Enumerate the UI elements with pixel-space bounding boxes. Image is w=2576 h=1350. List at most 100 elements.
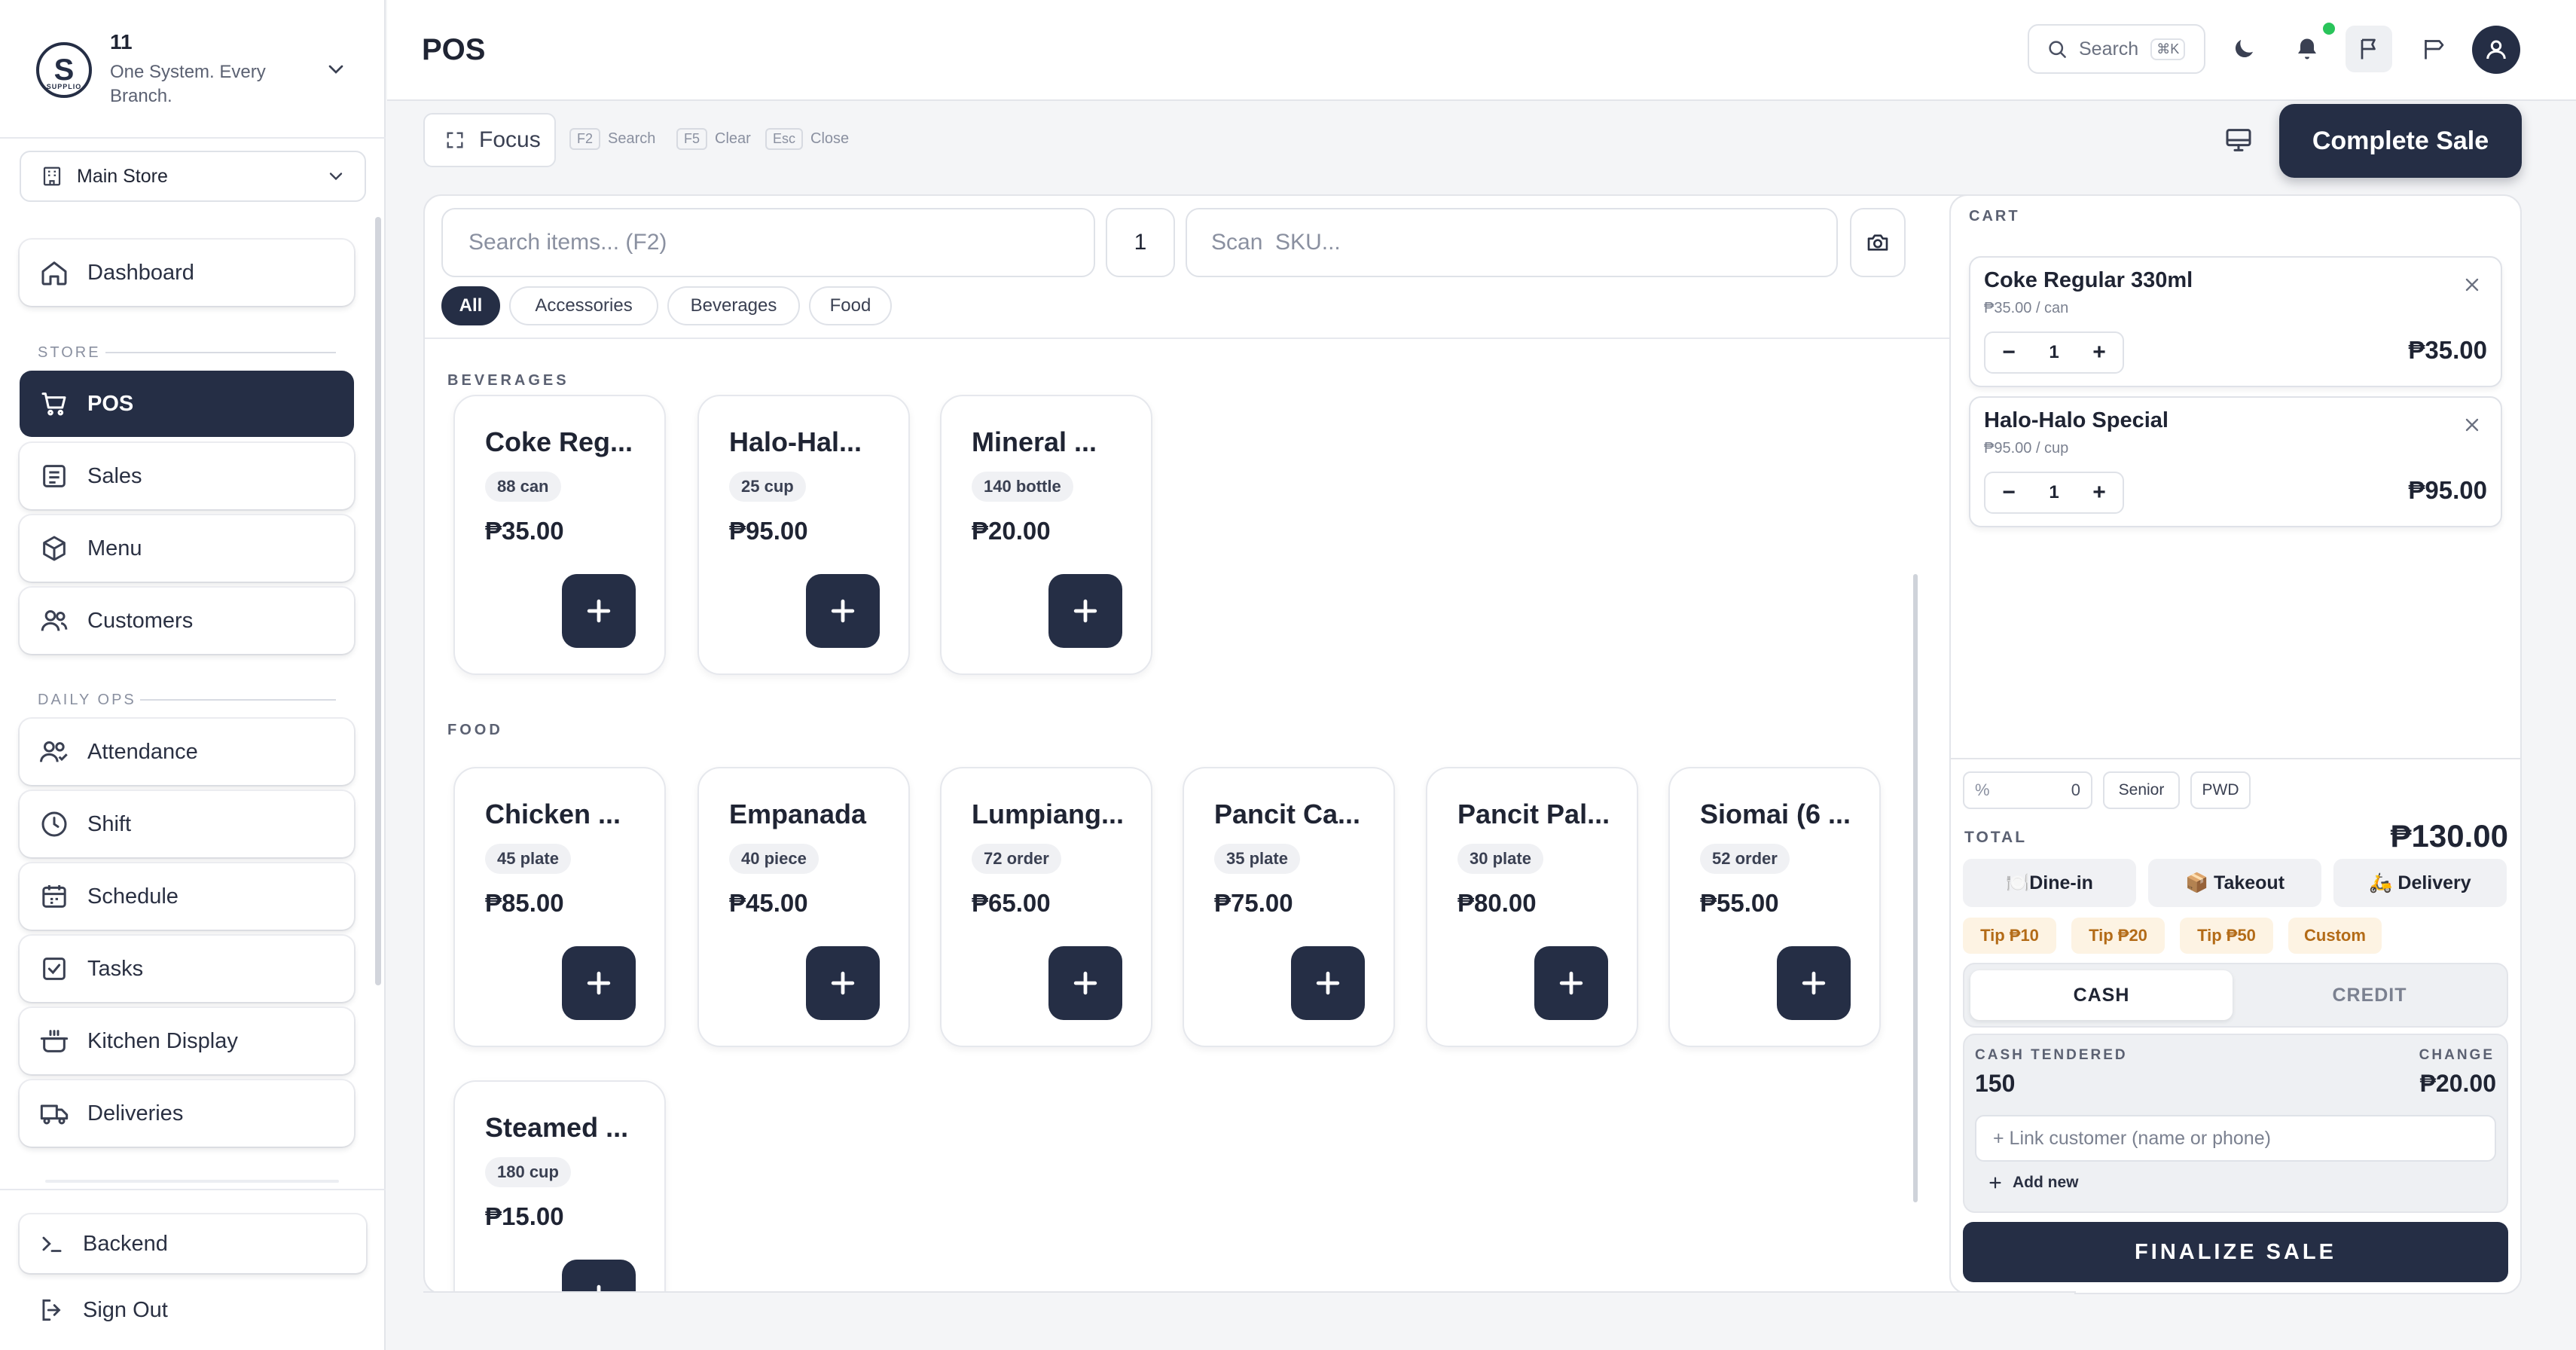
- product-card[interactable]: Pancit Pal... 30 plate ₱80.00: [1426, 767, 1638, 1047]
- add-to-cart-button[interactable]: [806, 574, 880, 648]
- store-select-value: Main Store: [77, 165, 168, 187]
- discount-input[interactable]: % 0: [1963, 771, 2092, 809]
- sidebar-item-label: Customers: [87, 608, 194, 633]
- logout-icon: [42, 1299, 61, 1321]
- sidebar-item-label: Schedule: [87, 884, 179, 909]
- pwd-discount-button[interactable]: PWD: [2190, 771, 2251, 809]
- quantity-input[interactable]: [1106, 208, 1175, 277]
- order-type-dine-in[interactable]: 🍽️Dine-in: [1963, 859, 2136, 907]
- product-price: ₱55.00: [1700, 889, 1779, 917]
- tip-custom-button[interactable]: Custom: [2288, 918, 2382, 954]
- add-to-cart-button[interactable]: [1048, 946, 1122, 1020]
- tip-20-button[interactable]: Tip ₱20: [2071, 918, 2165, 954]
- sidebar-item-attendance[interactable]: Attendance: [20, 719, 354, 785]
- sidebar-item-deliveries[interactable]: Deliveries: [20, 1080, 354, 1147]
- sidebar-item-sales[interactable]: Sales: [20, 443, 354, 509]
- cart-item-qty[interactable]: 1: [2049, 482, 2059, 503]
- items-scrollbar[interactable]: [1913, 574, 1918, 1202]
- product-name: Mineral ...: [972, 426, 1097, 457]
- sidebar-item-menu[interactable]: Menu: [20, 515, 354, 582]
- decrement-button[interactable]: −: [1998, 340, 2020, 365]
- sku-scan-input[interactable]: [1186, 208, 1838, 277]
- order-type-delivery[interactable]: 🛵 Delivery: [2333, 859, 2507, 907]
- filter-chip-accessories[interactable]: Accessories: [509, 286, 658, 325]
- product-card[interactable]: Empanada 40 piece ₱45.00: [697, 767, 910, 1047]
- chevron-down-icon[interactable]: [324, 57, 348, 81]
- product-price: ₱20.00: [972, 517, 1051, 545]
- finalize-sale-button[interactable]: FINALIZE SALE: [1963, 1222, 2508, 1282]
- complete-sale-button[interactable]: Complete Sale: [2279, 104, 2522, 178]
- cart-item-qty[interactable]: 1: [2049, 342, 2059, 363]
- theme-toggle-button[interactable]: [2220, 26, 2267, 72]
- store-select[interactable]: Main Store: [20, 151, 366, 202]
- payment-tab-cash[interactable]: CASH: [1970, 970, 2233, 1020]
- add-new-customer-button[interactable]: Add new: [1987, 1174, 2079, 1192]
- product-price: ₱35.00: [485, 517, 564, 545]
- camera-scan-button[interactable]: [1850, 208, 1906, 277]
- sidebar-scrollbar[interactable]: [375, 217, 381, 985]
- senior-discount-button[interactable]: Senior: [2103, 771, 2180, 809]
- sidebar-item-pos[interactable]: POS: [20, 371, 354, 437]
- product-name: Empanada: [729, 799, 867, 829]
- product-card[interactable]: Pancit Ca... 35 plate ₱75.00: [1183, 767, 1395, 1047]
- plus-icon: [587, 971, 611, 995]
- filter-chip-all[interactable]: All: [441, 286, 500, 325]
- home-icon: [41, 261, 67, 286]
- sidebar-item-customers[interactable]: Customers: [20, 588, 354, 654]
- sidebar-item-label: Shift: [87, 811, 132, 836]
- hint-key: Esc: [765, 128, 804, 150]
- product-card[interactable]: Siomai (6 ... 52 order ₱55.00: [1668, 767, 1881, 1047]
- notifications-button[interactable]: [2284, 26, 2330, 72]
- tip-50-button[interactable]: Tip ₱50: [2180, 918, 2273, 954]
- search-shortcut: ⌘K: [2150, 38, 2186, 60]
- add-to-cart-button[interactable]: [1291, 946, 1365, 1020]
- item-search-input[interactable]: [441, 208, 1095, 277]
- close-icon[interactable]: [2462, 274, 2483, 295]
- increment-button[interactable]: +: [2088, 480, 2111, 505]
- cart-item-unit-price: ₱95.00 / cup: [1984, 440, 2069, 457]
- close-icon[interactable]: [2462, 414, 2483, 435]
- sidebar-item-tasks[interactable]: Tasks: [20, 936, 354, 1002]
- decrement-button[interactable]: −: [1998, 480, 2020, 505]
- shortcut-hint-clear: F5 Clear: [676, 128, 751, 150]
- global-search-button[interactable]: Search ⌘K: [2028, 24, 2205, 74]
- add-to-cart-button[interactable]: [562, 574, 636, 648]
- shortcut-hint-close: Esc Close: [765, 128, 849, 150]
- cash-tendered-value[interactable]: 150: [1975, 1070, 2015, 1098]
- focus-button[interactable]: Focus: [423, 113, 556, 167]
- add-to-cart-button[interactable]: [1534, 946, 1608, 1020]
- tip-10-button[interactable]: Tip ₱10: [1963, 918, 2056, 954]
- increment-button[interactable]: +: [2088, 340, 2111, 365]
- add-to-cart-button[interactable]: [562, 946, 636, 1020]
- sidebar-item-shift[interactable]: Shift: [20, 791, 354, 857]
- backend-button[interactable]: Backend: [20, 1214, 366, 1273]
- cart-item-total: ₱35.00: [2408, 336, 2487, 364]
- sign-out-button[interactable]: Sign Out: [20, 1281, 366, 1339]
- filter-chip-beverages[interactable]: Beverages: [667, 286, 800, 325]
- add-to-cart-button[interactable]: [1048, 574, 1122, 648]
- quantity-stepper: − 1 +: [1984, 472, 2124, 514]
- product-card[interactable]: Mineral ... 140 bottle ₱20.00: [940, 395, 1152, 675]
- user-avatar[interactable]: [2472, 26, 2520, 74]
- product-card[interactable]: Chicken ... 45 plate ₱85.00: [453, 767, 666, 1047]
- add-to-cart-button[interactable]: [806, 946, 880, 1020]
- product-price: ₱80.00: [1457, 889, 1537, 917]
- tour-button[interactable]: [2410, 26, 2457, 72]
- product-card[interactable]: Halo-Hal... 25 cup ₱95.00: [697, 395, 910, 675]
- filter-chip-food[interactable]: Food: [809, 286, 892, 325]
- hint-key: F2: [569, 128, 601, 150]
- link-customer-input[interactable]: [1975, 1115, 2496, 1162]
- sidebar-item-kitchen-display[interactable]: Kitchen Display: [20, 1008, 354, 1074]
- product-card[interactable]: Coke Reg... 88 can ₱35.00: [453, 395, 666, 675]
- monitor-icon[interactable]: [2222, 125, 2255, 155]
- sidebar-item-schedule[interactable]: Schedule: [20, 863, 354, 930]
- add-to-cart-button[interactable]: [1777, 946, 1851, 1020]
- payment-tab-credit[interactable]: CREDIT: [2239, 970, 2501, 1020]
- nav-section-store: STORE: [38, 344, 101, 361]
- shortcut-hint-search: F2 Search: [569, 128, 655, 150]
- plus-icon: [1559, 971, 1583, 995]
- order-type-takeout[interactable]: 📦 Takeout: [2148, 859, 2321, 907]
- product-card[interactable]: Lumpiang... 72 order ₱65.00: [940, 767, 1152, 1047]
- flag-button[interactable]: [2346, 26, 2392, 72]
- sidebar-item-dashboard[interactable]: Dashboard: [20, 240, 354, 306]
